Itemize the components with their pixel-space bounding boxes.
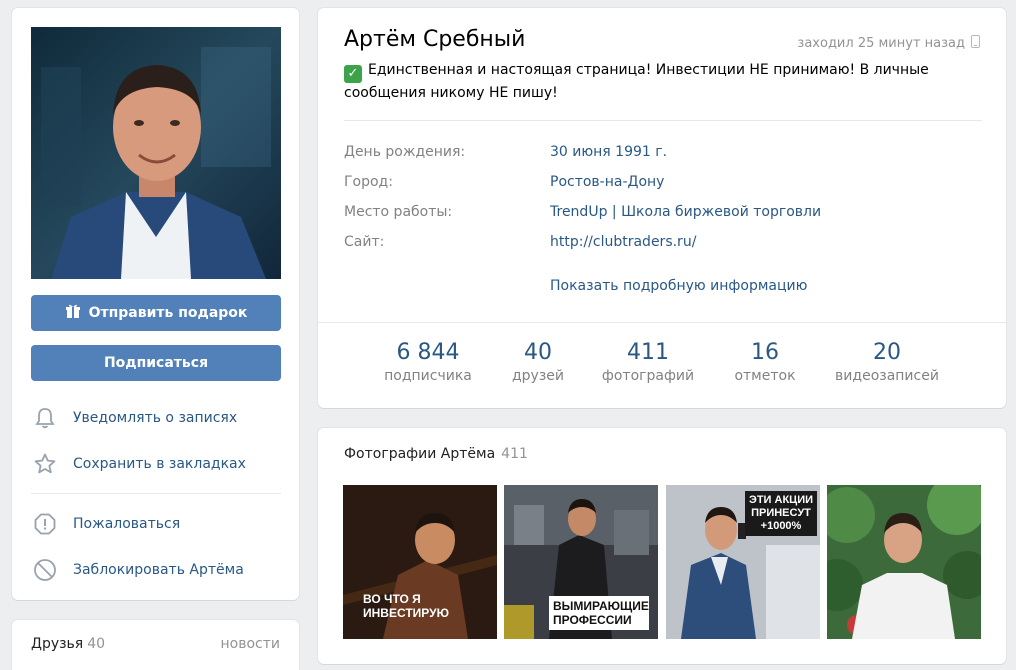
photo-image <box>827 485 981 639</box>
friends-header[interactable]: Друзья 40 <box>31 636 105 652</box>
last-seen-text: заходил 25 минут назад <box>797 36 965 51</box>
gift-icon <box>65 303 81 323</box>
work-link[interactable]: TrendUp | Школа биржевой торговли <box>550 204 821 220</box>
counter-label: друзей <box>511 368 564 384</box>
photo-thumbnail-1[interactable]: ВО ЧТО Я ИНВЕСТИРУЮ <box>343 485 497 639</box>
avatar-photo <box>31 27 281 279</box>
profile-status: ✓ Единственная и настоящая страница! Инве… <box>344 60 964 103</box>
send-gift-button[interactable]: Отправить подарок <box>31 295 281 331</box>
check-mark-icon: ✓ <box>344 65 362 83</box>
counter-value: 20 <box>873 340 901 365</box>
info-label: День рождения: <box>344 144 466 160</box>
block-icon <box>31 556 59 584</box>
profile-left-card: Отправить подарок Подписаться Уведомлять… <box>12 8 299 600</box>
mobile-icon <box>971 35 980 52</box>
divider <box>31 493 281 494</box>
website-link[interactable]: http://clubtraders.ru/ <box>550 234 696 250</box>
photos-card: Фотографии Артёма 411 ВО ЧТО Я ИНВЕСТИРУЮ… <box>318 428 1006 664</box>
divider <box>318 322 1006 323</box>
show-more-info-link[interactable]: Показать подробную информацию <box>550 278 807 294</box>
friends-title: Друзья <box>31 636 84 652</box>
counter-videos[interactable]: 20 видеозаписей <box>824 340 950 386</box>
counter-tags[interactable]: 16 отметок <box>720 340 810 386</box>
friends-count: 40 <box>87 636 106 652</box>
notify-posts-action[interactable]: Уведомлять о записях <box>31 402 281 434</box>
notify-posts-label: Уведомлять о записях <box>73 410 238 426</box>
photo-caption: ВЫМИРАЮЩИЕ ПРОФЕССИИ <box>549 596 649 630</box>
subscribe-button[interactable]: Подписаться <box>31 345 281 381</box>
profile-name: Артём Сребный <box>344 27 526 52</box>
last-seen: заходил 25 минут назад <box>797 35 980 52</box>
photo-caption: ВО ЧТО Я ИНВЕСТИРУЮ <box>363 592 449 620</box>
counter-label: отметок <box>734 368 796 384</box>
counter-value: 16 <box>751 340 779 365</box>
photos-title: Фотографии Артёма <box>344 446 496 462</box>
bell-icon <box>31 404 59 432</box>
star-icon <box>31 450 59 478</box>
photos-count: 411 <box>501 446 528 462</box>
photos-header[interactable]: Фотографии Артёма 411 <box>344 446 528 462</box>
info-label: Город: <box>344 174 393 190</box>
counter-followers[interactable]: 6 844 подписчика <box>373 340 483 386</box>
report-action[interactable]: Пожаловаться <box>31 508 281 540</box>
avatar[interactable] <box>31 27 281 279</box>
block-user-action[interactable]: Заблокировать Артёма <box>31 554 281 586</box>
send-gift-label: Отправить подарок <box>88 305 248 321</box>
friends-card: Друзья 40 новости <box>12 620 299 670</box>
friends-news-link[interactable]: новости <box>221 636 281 652</box>
counter-friends[interactable]: 40 друзей <box>498 340 578 386</box>
counter-label: подписчика <box>384 368 472 384</box>
city-link[interactable]: Ростов-на-Дону <box>550 174 664 190</box>
divider <box>344 120 982 121</box>
profile-info-card: Артём Сребный заходил 25 минут назад ✓ Ед… <box>318 8 1006 408</box>
photo-thumbnail-4[interactable] <box>827 485 981 639</box>
block-user-label: Заблокировать Артёма <box>73 562 244 578</box>
birthday-link[interactable]: 30 июня 1991 г. <box>550 144 667 160</box>
counter-value: 6 844 <box>396 340 460 365</box>
photo-caption: ЭТИ АКЦИИ ПРИНЕСУТ +1000% <box>745 491 817 536</box>
save-bookmark-action[interactable]: Сохранить в закладках <box>31 448 281 480</box>
report-label: Пожаловаться <box>73 516 181 532</box>
counter-value: 40 <box>524 340 552 365</box>
subscribe-label: Подписаться <box>103 355 209 371</box>
status-text: Единственная и настоящая страница! Инвес… <box>344 62 929 101</box>
counter-photos[interactable]: 411 фотографий <box>594 340 702 386</box>
report-icon <box>31 510 59 538</box>
info-label: Место работы: <box>344 204 453 220</box>
counter-label: видеозаписей <box>835 368 939 384</box>
photo-thumbnail-3[interactable]: ЭТИ АКЦИИ ПРИНЕСУТ +1000% <box>666 485 820 639</box>
counter-value: 411 <box>627 340 669 365</box>
photo-thumbnail-2[interactable]: ВЫМИРАЮЩИЕ ПРОФЕССИИ <box>504 485 658 639</box>
info-label: Сайт: <box>344 234 385 250</box>
save-bookmark-label: Сохранить в закладках <box>73 456 246 472</box>
counter-label: фотографий <box>601 368 695 384</box>
